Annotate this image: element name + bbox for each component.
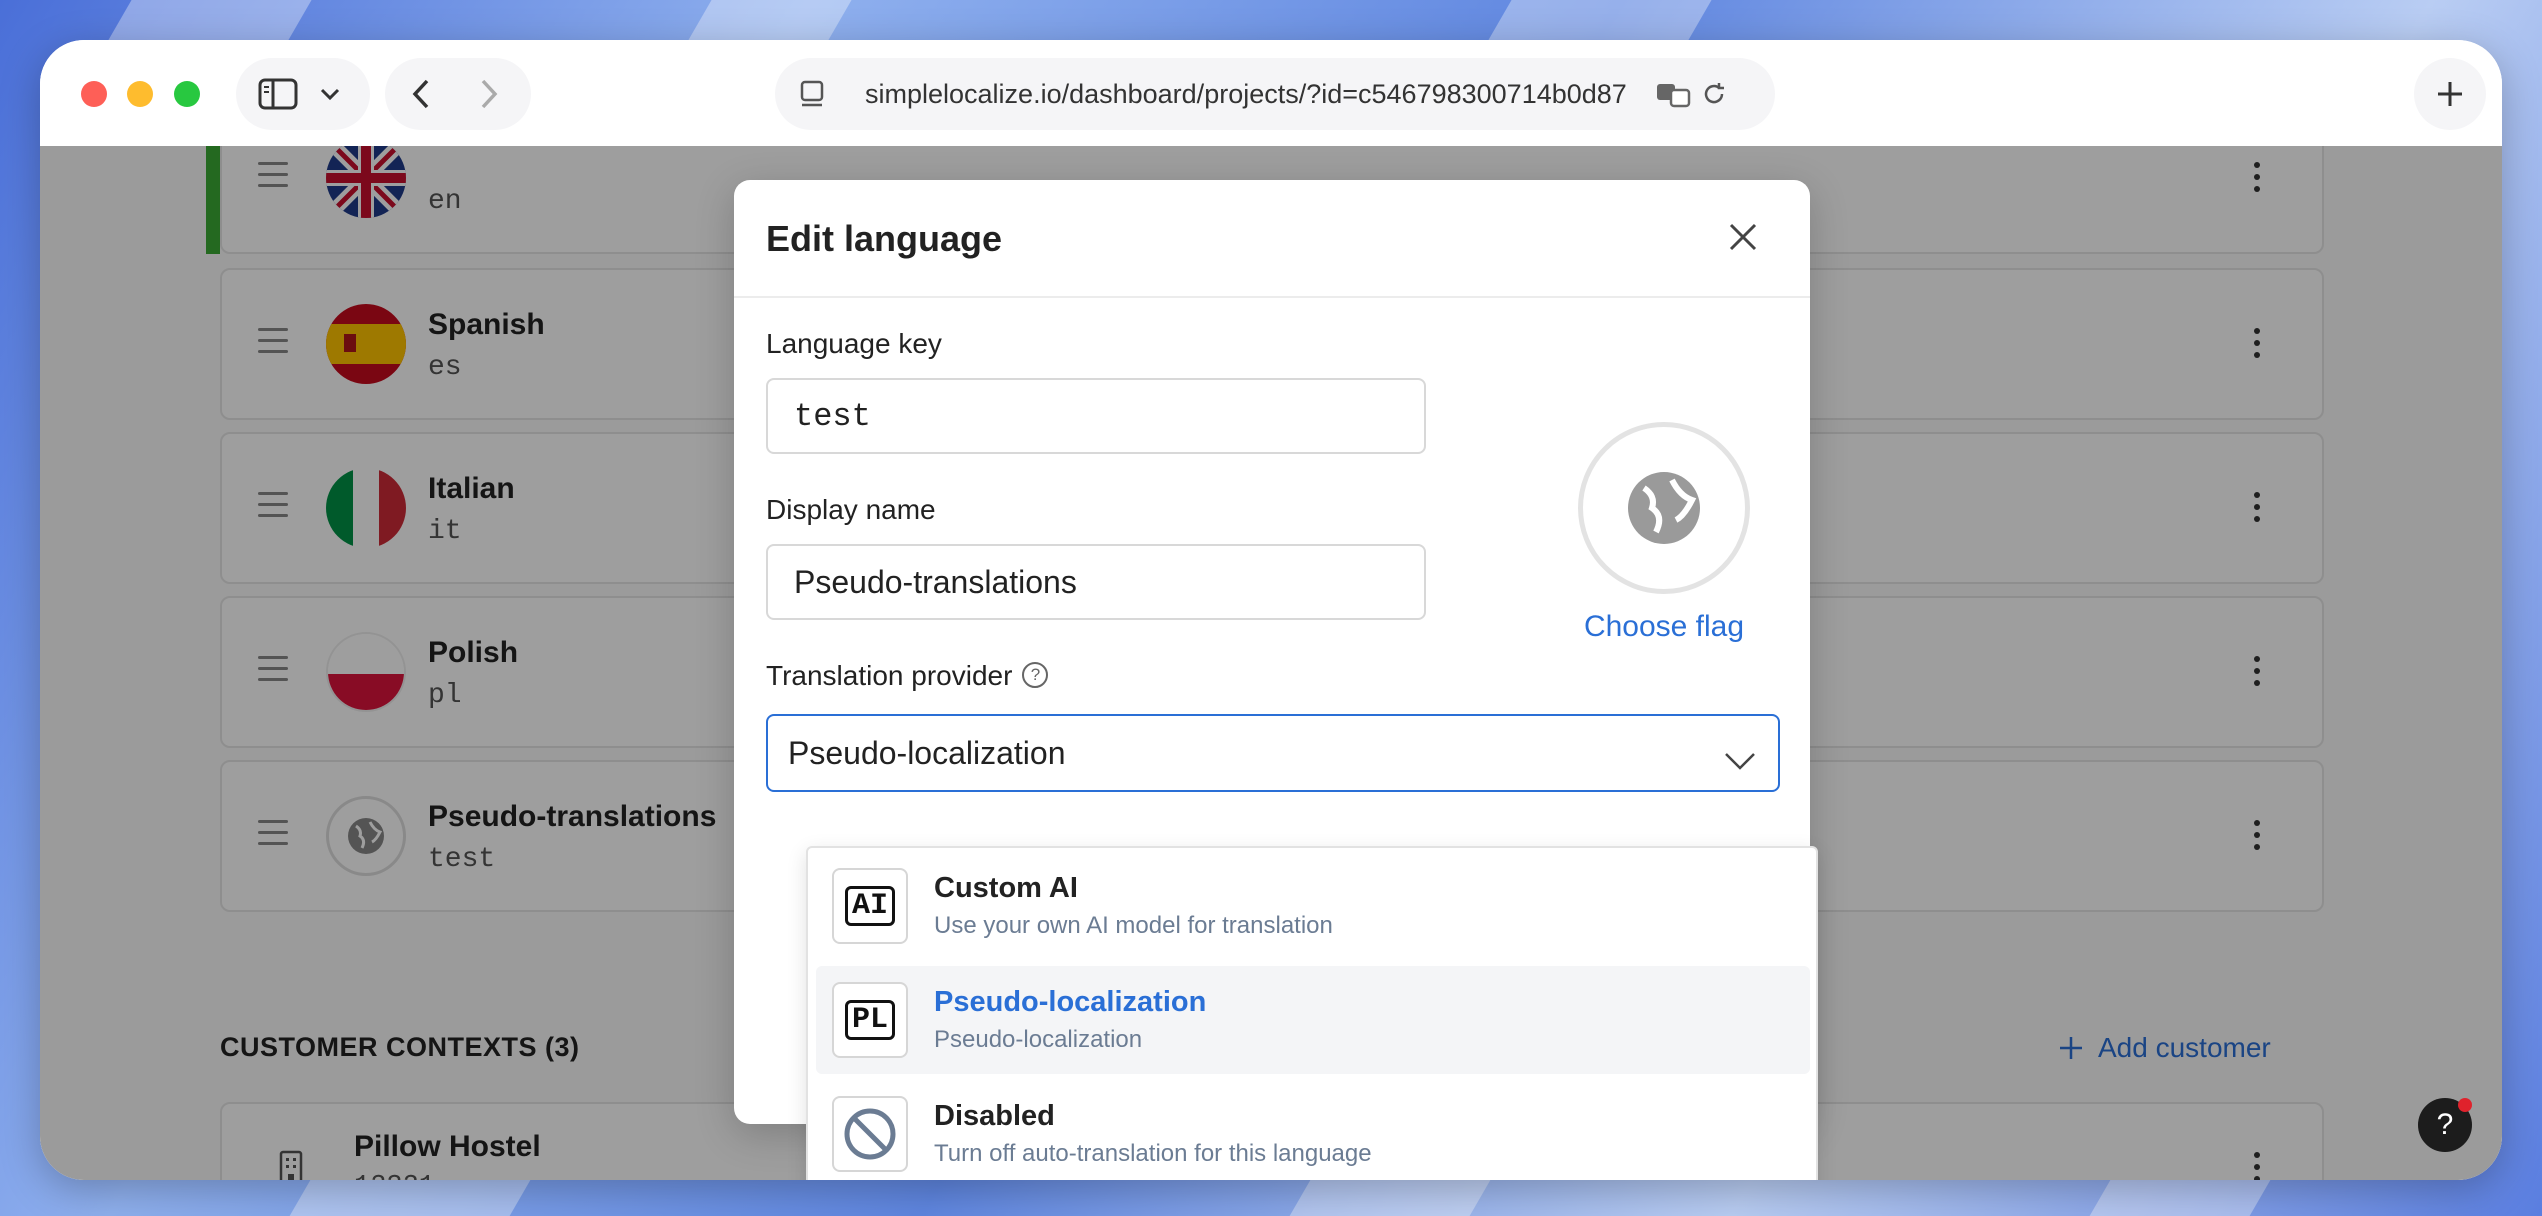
flag-picker[interactable] (1578, 422, 1750, 594)
help-chat-button[interactable]: ? (2418, 1098, 2472, 1152)
sidebar-icon (258, 78, 298, 110)
pl-icon: PL (832, 982, 908, 1058)
display-name-label: Display name (766, 494, 936, 525)
modal-header: Edit language (734, 180, 1810, 298)
reload-icon[interactable] (1701, 81, 1727, 107)
forward-icon[interactable] (479, 78, 499, 110)
url-text[interactable]: simplelocalize.io/dashboard/projects/?id… (865, 79, 1645, 110)
help-circle-icon[interactable]: ? (1022, 661, 1049, 688)
option-subtitle: Turn off auto-translation for this langu… (934, 1140, 1372, 1167)
new-tab-button[interactable] (2414, 58, 2486, 130)
globe-icon (1628, 472, 1700, 544)
close-icon[interactable] (1728, 222, 1758, 257)
option-subtitle: Pseudo-localization (934, 1026, 1143, 1053)
choose-flag-link[interactable]: Choose flag (1552, 610, 1776, 644)
option-title: Custom AI (934, 872, 1078, 904)
translate-icon[interactable] (1655, 80, 1691, 108)
browser-window: simplelocalize.io/dashboard/projects/?id… (40, 40, 2502, 1180)
close-window-button[interactable] (81, 81, 107, 107)
address-bar[interactable]: simplelocalize.io/dashboard/projects/?id… (775, 58, 1775, 130)
language-key-input[interactable]: test (766, 378, 1426, 454)
plus-icon (2435, 79, 2465, 109)
disabled-icon (832, 1096, 908, 1172)
page-icon (799, 79, 825, 109)
back-icon[interactable] (411, 78, 431, 110)
ai-icon: AI (832, 868, 908, 944)
option-title: Pseudo-localization (934, 986, 1207, 1018)
chevron-down-icon (1724, 742, 1756, 779)
option-title: Disabled (934, 1100, 1055, 1132)
maximize-window-button[interactable] (174, 81, 200, 107)
provider-option-pseudo-localization[interactable]: PL Pseudo-localization Pseudo-localizati… (816, 966, 1810, 1074)
chevron-down-icon[interactable] (320, 87, 340, 101)
option-subtitle: Use your own AI model for translation (934, 912, 1333, 939)
translation-provider-text: Translation provider (766, 660, 1013, 691)
provider-option-custom-ai[interactable]: AI Custom AI Use your own AI model for t… (816, 852, 1810, 960)
modal-title: Edit language (766, 218, 1003, 259)
provider-option-disabled[interactable]: Disabled Turn off auto-translation for t… (816, 1080, 1810, 1180)
help-label: ? (2436, 1108, 2454, 1141)
notification-dot (2458, 1098, 2472, 1112)
navigation-buttons (385, 58, 531, 130)
provider-dropdown: AI Custom AI Use your own AI model for t… (806, 846, 1818, 1180)
translation-provider-select[interactable]: Pseudo-localization (766, 714, 1780, 792)
display-name-input[interactable]: Pseudo-translations (766, 544, 1426, 620)
translation-provider-label: Translation provider? (766, 660, 1049, 692)
browser-toolbar: simplelocalize.io/dashboard/projects/?id… (40, 40, 2502, 146)
translation-provider-value: Pseudo-localization (788, 734, 1066, 771)
minimize-window-button[interactable] (127, 81, 153, 107)
language-key-label: Language key (766, 328, 942, 359)
sidebar-toggle-button[interactable] (236, 58, 370, 130)
